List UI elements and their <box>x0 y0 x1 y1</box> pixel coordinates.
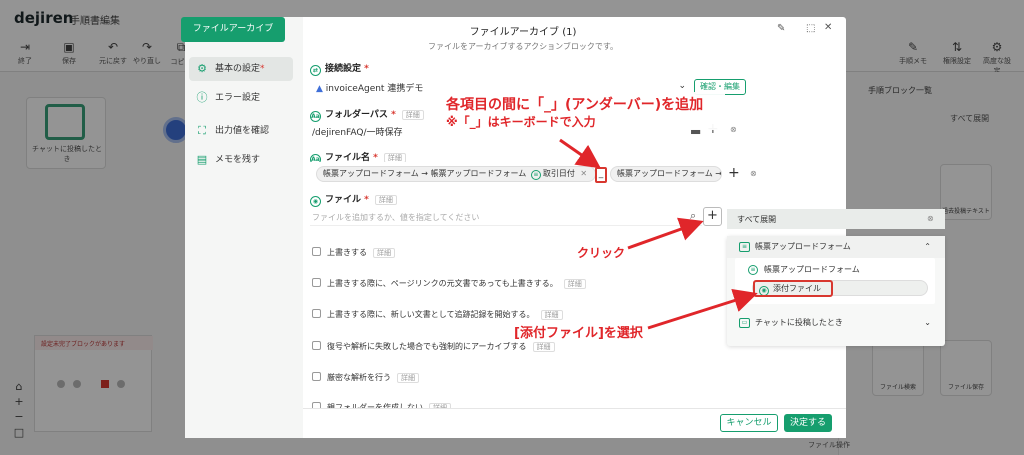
arrow-to-underscore <box>559 138 601 169</box>
arrow-to-plus <box>627 217 704 250</box>
annotation-arrows <box>559 138 758 330</box>
arrow-to-attachment <box>647 289 758 330</box>
